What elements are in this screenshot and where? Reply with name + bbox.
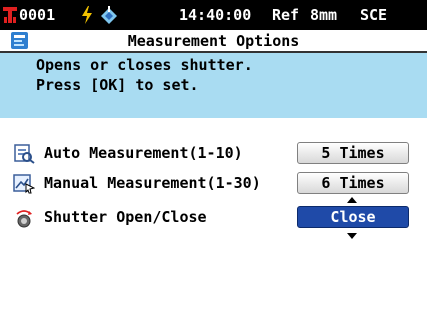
device-icon bbox=[3, 7, 17, 23]
manual-measurement-icon bbox=[13, 174, 36, 194]
help-panel: Opens or closes shutter. Press [OK] to s… bbox=[0, 53, 427, 118]
power-icon bbox=[81, 6, 93, 24]
option-manual-measurement[interactable]: Manual Measurement(1-30) 6 Times bbox=[0, 169, 427, 197]
manual-measurement-value[interactable]: 6 Times bbox=[297, 172, 409, 194]
shutter-label: Shutter Open/Close bbox=[44, 208, 207, 226]
sample-number: 0001 bbox=[19, 6, 56, 24]
manual-measurement-label: Manual Measurement(1-30) bbox=[44, 174, 261, 192]
calibration-icon bbox=[99, 6, 119, 24]
decrease-arrow-icon[interactable] bbox=[347, 233, 357, 239]
status-bar: 0001 14:40:00 Ref 8mm SCE bbox=[0, 0, 427, 30]
reference-mode: Ref bbox=[272, 6, 300, 24]
shutter-value[interactable]: Close bbox=[297, 206, 409, 228]
clock-time: 14:40:00 bbox=[179, 6, 252, 24]
specular-mode: SCE bbox=[360, 6, 388, 24]
auto-measurement-value[interactable]: 5 Times bbox=[297, 142, 409, 164]
help-line-2: Press [OK] to set. bbox=[36, 76, 199, 94]
auto-measurement-icon bbox=[13, 144, 35, 164]
shutter-icon bbox=[13, 208, 35, 228]
help-line-1: Opens or closes shutter. bbox=[36, 56, 253, 74]
page-title: Measurement Options bbox=[127, 32, 300, 50]
option-auto-measurement[interactable]: Auto Measurement(1-10) 5 Times bbox=[0, 139, 427, 167]
aperture-size: 8mm bbox=[310, 6, 338, 24]
option-shutter[interactable]: Shutter Open/Close Close bbox=[0, 203, 427, 231]
auto-measurement-label: Auto Measurement(1-10) bbox=[44, 144, 243, 162]
device-screen: 0001 14:40:00 Ref 8mm SCE Measurement Op… bbox=[0, 0, 427, 310]
title-bar: Measurement Options bbox=[0, 30, 427, 53]
